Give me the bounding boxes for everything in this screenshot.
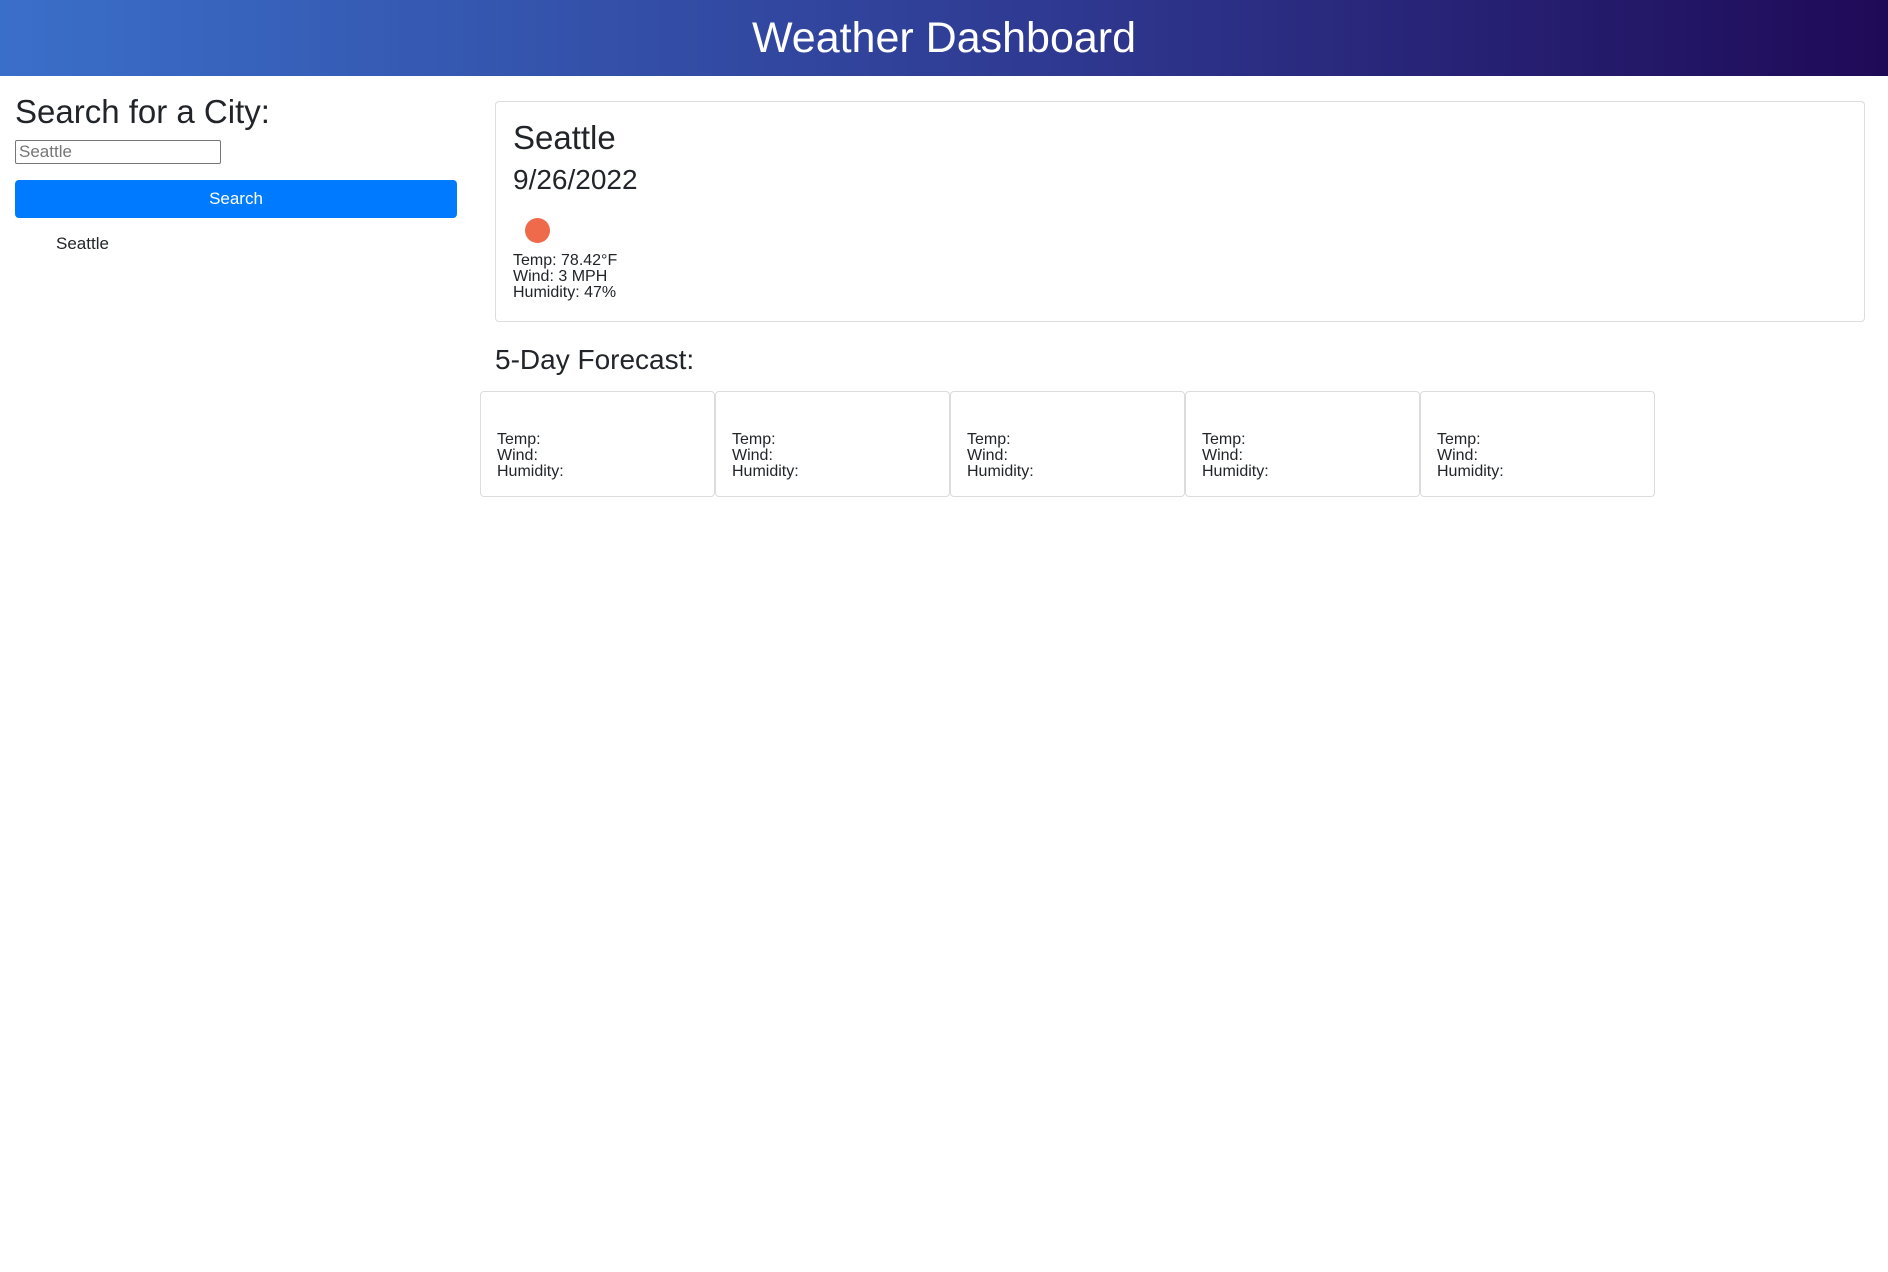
forecast-wind: Wind: <box>497 447 538 464</box>
forecast-humidity: Humidity: <box>967 463 1034 480</box>
page-title: Weather Dashboard <box>751 13 1137 62</box>
forecast-humidity: Humidity: <box>1202 463 1269 480</box>
current-stats: Temp: 78.42°F Wind: 3 MPH Humidity: 47% <box>513 253 1847 301</box>
current-city-name: Seattle <box>513 119 616 156</box>
forecast-card-day-5: Temp: Wind: Humidity: <box>1420 391 1655 497</box>
forecast-temp: Temp: <box>967 431 1011 448</box>
search-button[interactable]: Search <box>15 179 457 218</box>
current-temp: Temp: 78.42°F <box>513 252 618 269</box>
forecast-card-day-2: Temp: Wind: Humidity: <box>715 391 950 497</box>
forecast-humidity: Humidity: <box>732 463 799 480</box>
forecast-card-day-1: Temp: Wind: Humidity: <box>480 391 715 497</box>
forecast-card-day-3: Temp: Wind: Humidity: <box>950 391 1185 497</box>
current-humidity: Humidity: 47% <box>513 284 617 301</box>
current-wind: Wind: 3 MPH <box>513 268 608 285</box>
forecast-wind: Wind: <box>967 447 1008 464</box>
history-item-seattle[interactable]: Seattle <box>56 232 457 256</box>
forecast-wind: Wind: <box>1437 447 1478 464</box>
forecast-temp: Temp: <box>1437 431 1481 448</box>
app-header: Weather Dashboard <box>0 0 1888 76</box>
search-sidebar: Search for a City: Search Seattle <box>15 92 457 256</box>
search-history-list: Seattle <box>15 232 457 256</box>
current-date: 9/26/2022 <box>513 164 638 195</box>
forecast-row: Temp: Wind: Humidity: Temp: Wind: Humidi… <box>480 391 1655 497</box>
forecast-wind: Wind: <box>732 447 773 464</box>
sun-icon <box>525 218 550 243</box>
forecast-heading: 5-Day Forecast: <box>495 344 695 375</box>
forecast-temp: Temp: <box>1202 431 1246 448</box>
forecast-card-day-4: Temp: Wind: Humidity: <box>1185 391 1420 497</box>
search-heading: Search for a City: <box>15 93 270 130</box>
forecast-wind: Wind: <box>1202 447 1243 464</box>
forecast-temp: Temp: <box>497 431 541 448</box>
city-search-input[interactable] <box>15 139 221 164</box>
main-layout: Search for a City: Search Seattle Seattl… <box>0 76 1888 1272</box>
forecast-temp: Temp: <box>732 431 776 448</box>
current-weather-card: Seattle 9/26/2022 Temp: 78.42°F Wind: 3 … <box>495 101 1865 322</box>
forecast-humidity: Humidity: <box>1437 463 1504 480</box>
forecast-humidity: Humidity: <box>497 463 564 480</box>
